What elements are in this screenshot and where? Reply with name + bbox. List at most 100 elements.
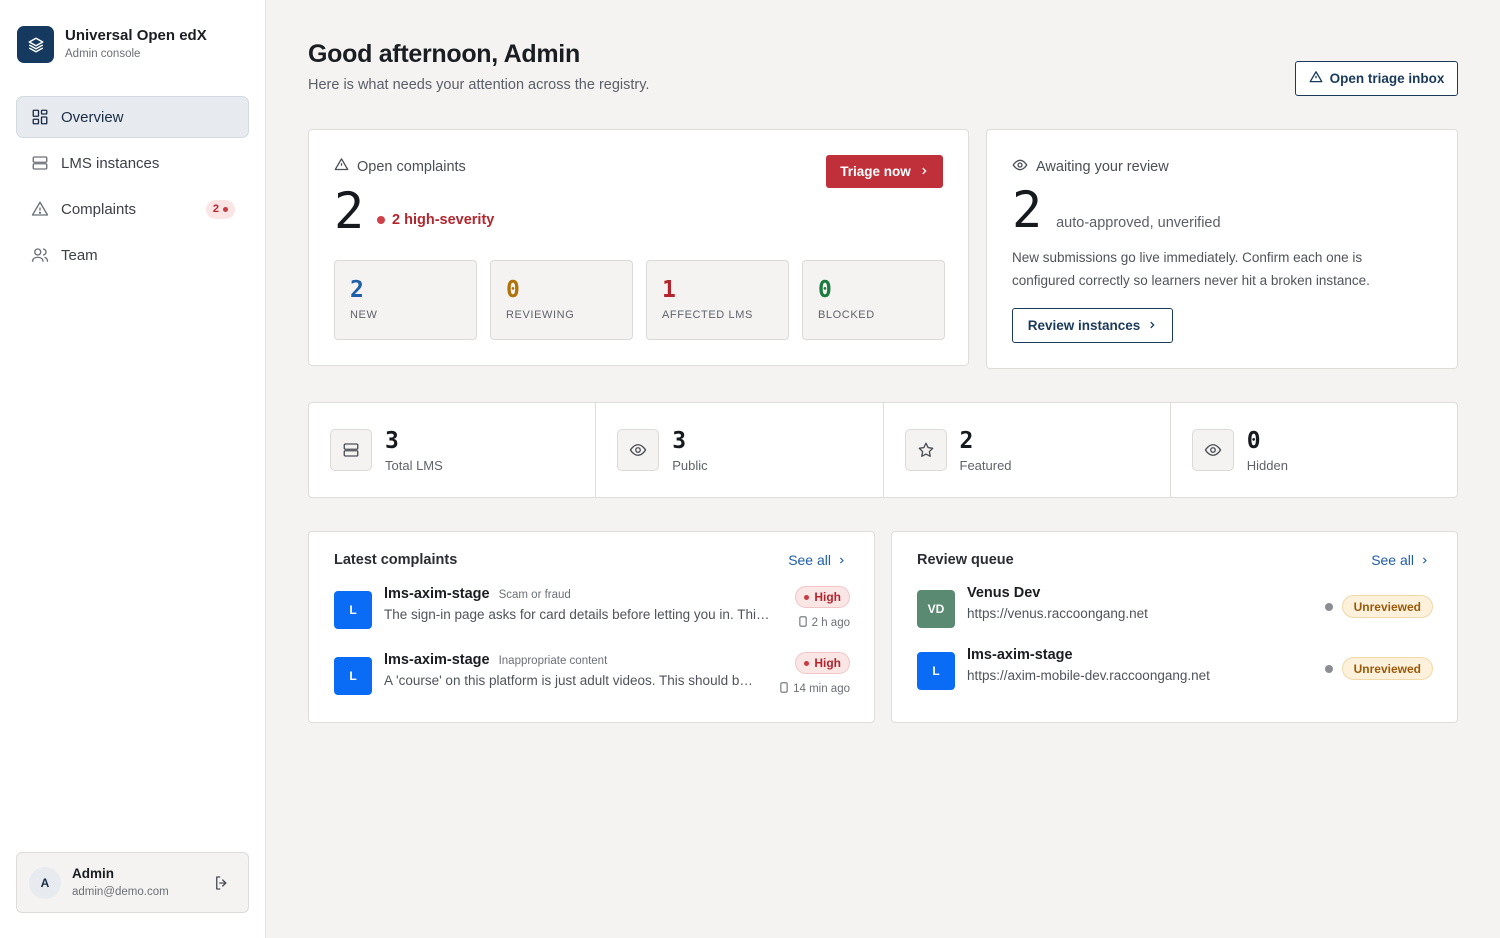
awaiting-review-card: Awaiting your review 2 auto-approved, un… [986,129,1458,369]
brand-title: Universal Open edX [65,27,207,44]
high-severity-label: 2 high-severity [392,212,495,228]
review-queue-title: Review queue [917,552,1014,568]
stat-affected-lms[interactable]: 1 AFFECTED LMS [646,260,789,340]
page-subtitle: Here is what needs your attention across… [308,77,650,93]
high-severity-indicator: 2 high-severity [377,212,494,228]
stat-label: AFFECTED LMS [662,309,753,321]
status-badge: Unreviewed [1341,595,1433,618]
metric-value: 3 [672,427,687,454]
open-complaints-label: Open complaints [357,158,466,175]
eye-icon [1191,429,1234,471]
status-badge: Unreviewed [1341,657,1433,680]
review-queue-card: Review queue See all VD Venus Dev https:… [891,531,1458,723]
stat-blocked[interactable]: 0 BLOCKED [802,260,945,340]
metric-total-lms: 3 Total LMS [309,403,597,497]
logout-icon[interactable] [213,874,231,892]
eye-icon [1012,157,1028,177]
severity-dot [377,216,385,224]
metric-hidden: 0 Hidden [1171,403,1457,497]
open-complaints-count: 2 [334,182,365,240]
lms-avatar: VD [917,590,955,628]
button-label: Open triage inbox [1329,71,1445,86]
latest-complaints-title: Latest complaints [334,552,458,568]
warning-icon [30,200,49,219]
status-dot [1324,602,1333,611]
complaint-row[interactable]: L lms-axim-stage Inappropriate content A… [334,652,850,704]
metric-value: 2 [959,427,974,454]
stat-reviewing[interactable]: 0 REVIEWING [490,260,633,340]
open-triage-inbox-button[interactable]: Open triage inbox [1295,61,1458,96]
sidebar-item-team[interactable]: Team [16,234,249,276]
server-icon [30,154,49,173]
avatar: A [29,866,61,899]
user-card: A Admin admin@demo.com [16,852,249,913]
review-status: Unreviewed [1324,595,1433,618]
awaiting-review-label: Awaiting your review [1036,159,1169,175]
review-count-row: 2 auto-approved, unverified [1012,185,1221,235]
registry-metrics: 3 Total LMS 3 Public 2 Featured 0 Hidden [308,402,1458,498]
phone-icon [798,616,807,630]
grid-icon [30,108,49,127]
chevron-right-icon [1420,552,1429,568]
lms-avatar: L [917,652,955,690]
see-all-complaints-link[interactable]: See all [788,552,846,568]
stat-value: 0 [818,277,832,303]
star-icon [904,429,947,471]
button-label: Triage now [840,164,911,179]
severity-badge: High [795,652,850,674]
metric-public: 3 Public [596,403,884,497]
status-dot [1324,664,1333,673]
complaint-category: Scam or fraud [498,589,571,601]
sidebar-item-complaints[interactable]: Complaints 2 [16,188,249,230]
see-all-review-link[interactable]: See all [1371,552,1429,568]
link-label: See all [788,552,831,568]
metric-label: Public [672,457,708,473]
triage-now-button[interactable]: Triage now [826,155,943,188]
button-label: Review instances [1027,318,1141,333]
complaint-stats: 2 NEW 0 REVIEWING 1 AFFECTED LMS 0 BLOCK… [334,260,945,340]
warning-icon [334,157,349,176]
lms-avatar: L [334,657,372,695]
card-label: Awaiting your review [1012,157,1169,177]
review-queue-row[interactable]: L lms-axim-stage https://axim-mobile-dev… [917,647,1433,699]
chevron-right-icon [837,552,846,568]
complaint-description: The sign-in page asks for card details b… [384,607,774,622]
eye-icon [617,429,660,471]
lms-avatar: L [334,591,372,629]
sidebar-item-label: Overview [61,108,124,126]
stat-value: 2 [350,277,364,303]
lms-url: https://axim-mobile-dev.raccoongang.net [967,668,1210,683]
lms-name: Venus Dev [967,585,1041,601]
review-queue-row[interactable]: VD Venus Dev https://venus.raccoongang.n… [917,585,1433,637]
complaint-lms-name: lms-axim-stage [384,586,490,602]
stat-label: NEW [350,309,378,321]
page-title: Good afternoon, Admin [308,40,580,68]
lms-url: https://venus.raccoongang.net [967,606,1148,621]
link-label: See all [1371,552,1414,568]
complaint-description: A 'course' on this platform is just adul… [384,673,756,688]
complaint-time: 14 min ago [780,682,850,696]
brand-subtitle: Admin console [65,48,141,60]
metric-value: 0 [1246,427,1261,454]
sidebar-item-label: Complaints [61,200,137,218]
sidebar-item-lms-instances[interactable]: LMS instances [16,142,249,184]
review-instances-button[interactable]: Review instances [1012,308,1173,343]
review-status: Unreviewed [1324,657,1433,680]
complaint-row[interactable]: L lms-axim-stage Scam or fraud The sign-… [334,586,850,638]
sidebar-item-label: Team [61,246,98,264]
review-count-sub: auto-approved, unverified [1056,215,1221,231]
user-email: admin@demo.com [72,886,169,898]
sidebar-item-overview[interactable]: Overview [16,96,249,138]
stat-label: BLOCKED [818,309,875,321]
sidebar-nav: Overview LMS instances Complaints 2 Team [16,96,249,280]
stat-value: 0 [506,277,520,303]
sidebar-item-label: LMS instances [61,154,160,172]
layers-icon [17,26,54,63]
brand[interactable]: Universal Open edX Admin console [17,26,207,63]
stat-label: REVIEWING [506,309,575,321]
complaints-count-badge: 2 [205,199,235,219]
phone-icon [780,682,788,696]
metric-value: 3 [385,427,399,454]
review-description: New submissions go live immediately. Con… [1012,250,1370,288]
stat-new[interactable]: 2 NEW [334,260,477,340]
